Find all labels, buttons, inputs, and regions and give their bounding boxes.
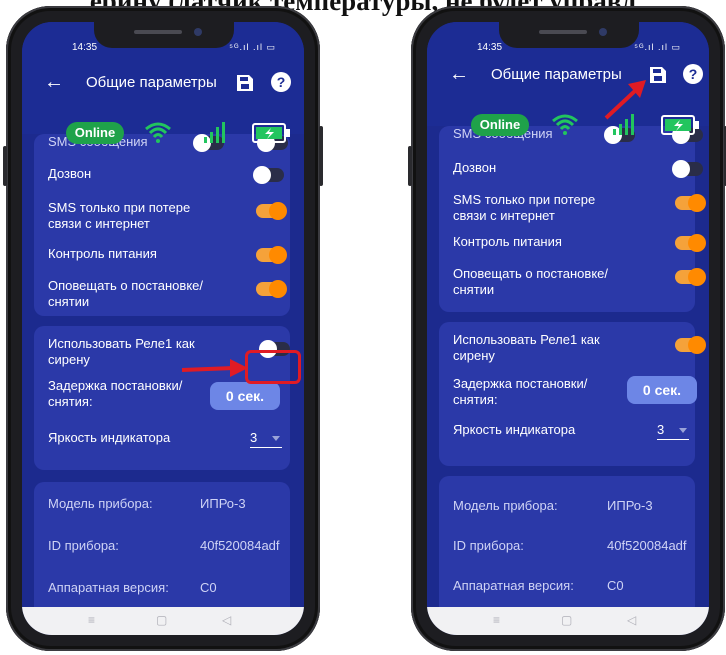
dial-toggle[interactable]	[672, 160, 703, 178]
brightness-label: Яркость индикатора	[48, 430, 171, 445]
model-value: ИПРо-3	[607, 498, 653, 513]
device-id-label: ID прибора:	[453, 538, 524, 553]
cellular-signal-icon	[613, 114, 634, 135]
save-icon[interactable]	[649, 66, 667, 84]
power-control-toggle[interactable]	[675, 234, 706, 252]
status-time: 14:35	[72, 42, 98, 53]
model-value: ИПРо-3	[200, 496, 246, 511]
sms-only-lost-label: SMS только при потере связи с интернет	[48, 200, 191, 231]
home-icon[interactable]: ▢	[156, 613, 167, 627]
relay-toggle-highlight	[245, 350, 301, 384]
brightness-value: 3	[250, 430, 258, 445]
back-arrow-icon[interactable]: ←	[449, 62, 469, 86]
relay-siren-label: Использовать Реле1 как сирену	[48, 336, 195, 367]
notify-arm-toggle[interactable]	[675, 268, 706, 286]
hw-version-value: C0	[607, 578, 624, 593]
back-nav-icon[interactable]: ◁	[222, 613, 231, 627]
hw-version-label: Аппаратная версия:	[48, 580, 169, 595]
wifi-icon	[145, 122, 171, 143]
relay-card: Использовать Реле1 как сирену Задержка п…	[439, 322, 706, 466]
page-title: Общие параметры	[86, 74, 217, 91]
cellular-signal-icon	[204, 122, 225, 143]
notify-arm-label: Оповещать о постановке/снятии	[453, 266, 608, 297]
recents-icon[interactable]: ≡	[88, 613, 95, 627]
app-screen-before: 14:35 ⁵ᴳ.ıl .ıl ▭ ← Общие параметры ? SM…	[22, 22, 304, 635]
sms-only-lost-toggle[interactable]	[675, 194, 706, 212]
system-nav-bar: ≡ ▢ ◁	[22, 607, 304, 635]
recents-icon[interactable]: ≡	[493, 613, 500, 627]
dial-toggle[interactable]	[253, 166, 284, 184]
camera-notch	[499, 22, 639, 48]
model-label: Модель прибора:	[453, 498, 558, 513]
delay-button[interactable]: 0 сек.	[210, 382, 280, 410]
camera-notch	[94, 22, 234, 48]
online-badge: Online	[66, 122, 124, 144]
notifications-card: SMS сообщения Дозвон SMS только при поте…	[34, 134, 290, 316]
relay-card: Использовать Реле1 как сирену Задержка п…	[34, 326, 290, 470]
power-control-label: Контроль питания	[48, 246, 157, 261]
device-id-label: ID прибора:	[48, 538, 119, 553]
power-control-label: Контроль питания	[453, 234, 562, 249]
hw-version-value: C0	[200, 580, 217, 595]
signal-status-icons: ⁵ᴳ.ıl .ıl ▭	[229, 42, 276, 52]
model-label: Модель прибора:	[48, 496, 153, 511]
status-time: 14:35	[477, 42, 503, 53]
phone-frame-after: 14:35 ⁵ᴳ.ıl .ıl ▭ ← Общие параметры ? SM…	[408, 6, 726, 651]
device-id-value: 40f520084adf	[200, 538, 280, 553]
back-nav-icon[interactable]: ◁	[627, 613, 636, 627]
hw-version-label: Аппаратная версия:	[453, 578, 574, 593]
delay-label: Задержка постановки/снятия:	[48, 378, 183, 409]
brightness-select[interactable]: 3	[250, 430, 282, 448]
battery-charging-icon	[252, 123, 290, 143]
dial-label: Дозвон	[453, 160, 497, 175]
brightness-label: Яркость индикатора	[453, 422, 576, 437]
wifi-icon	[552, 114, 578, 135]
signal-status-icons: ⁵ᴳ.ıl .ıl ▭	[634, 42, 681, 52]
notify-arm-toggle[interactable]	[256, 280, 287, 298]
chevron-down-icon	[272, 436, 280, 441]
system-nav-bar: ≡ ▢ ◁	[427, 607, 709, 635]
device-info-card: Модель прибора: ИПРо-3 ID прибора: 40f52…	[34, 482, 290, 622]
phone-frame-before: 14:35 ⁵ᴳ.ıl .ıl ▭ ← Общие параметры ? SM…	[3, 6, 323, 651]
device-id-value: 40f520084adf	[607, 538, 687, 553]
device-info-card: Модель прибора: ИПРо-3 ID прибора: 40f52…	[439, 476, 695, 616]
app-screen-after: 14:35 ⁵ᴳ.ıl .ıl ▭ ← Общие параметры ? SM…	[427, 22, 709, 635]
notifications-card: SMS сообщения Дозвон SMS только при поте…	[439, 126, 706, 312]
notify-arm-label: Оповещать о постановке/снятии	[48, 278, 203, 309]
delay-button[interactable]: 0 сек.	[627, 376, 697, 404]
dial-label: Дозвон	[48, 166, 92, 181]
help-icon[interactable]: ?	[683, 64, 703, 84]
home-icon[interactable]: ▢	[561, 613, 572, 627]
chevron-down-icon	[679, 428, 687, 433]
relay-siren-label: Использовать Реле1 как сирену	[453, 332, 600, 363]
red-arrow-icon	[181, 359, 248, 377]
power-control-toggle[interactable]	[256, 246, 287, 264]
battery-charging-icon	[661, 115, 699, 135]
sms-only-lost-label: SMS только при потере связи с интернет	[453, 192, 596, 223]
brightness-select[interactable]: 3	[657, 422, 689, 440]
brightness-value: 3	[657, 422, 665, 437]
online-badge: Online	[471, 114, 529, 136]
save-icon[interactable]	[236, 74, 254, 92]
delay-label: Задержка постановки/снятия:	[453, 376, 588, 407]
back-arrow-icon[interactable]: ←	[44, 70, 64, 94]
relay-siren-toggle[interactable]	[675, 336, 706, 354]
sms-only-lost-toggle[interactable]	[256, 202, 287, 220]
help-icon[interactable]: ?	[271, 72, 291, 92]
